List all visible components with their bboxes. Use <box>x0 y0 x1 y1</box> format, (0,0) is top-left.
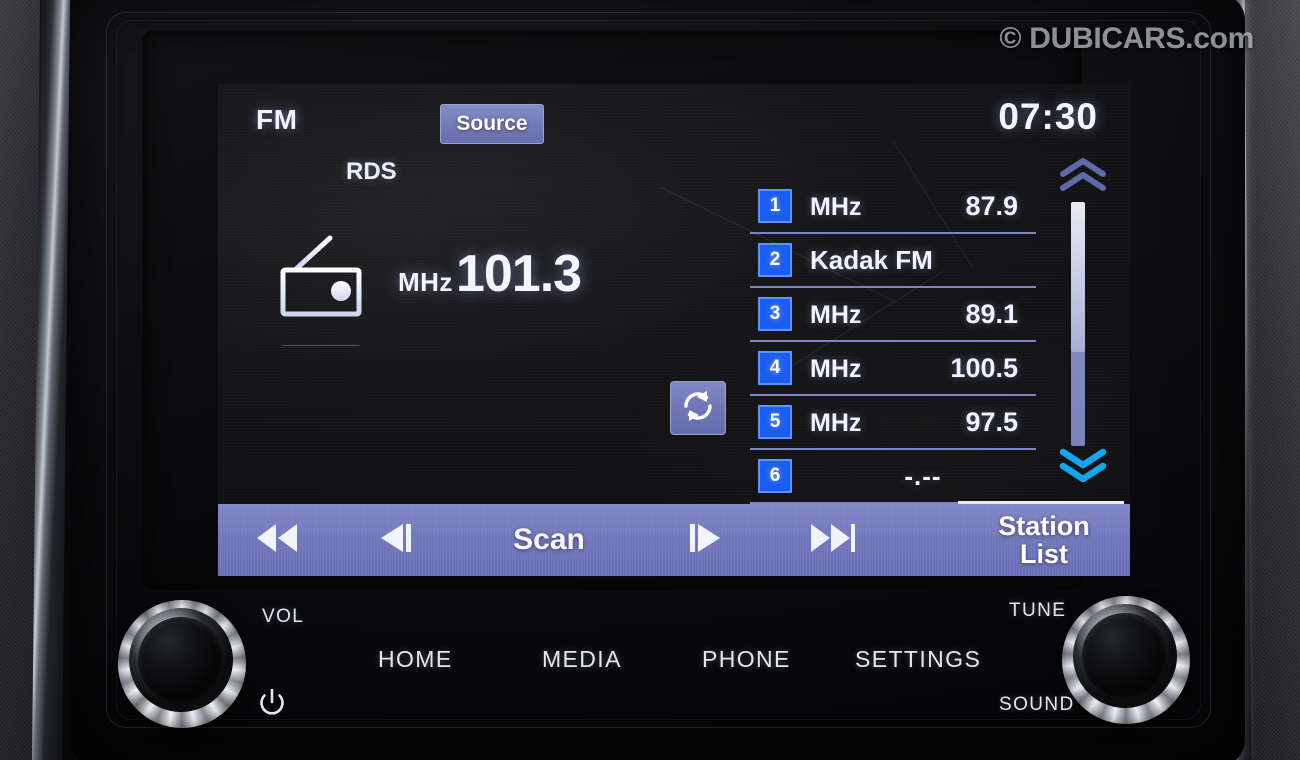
tune-down-icon <box>377 522 415 559</box>
preset-number: 6 <box>758 459 792 493</box>
radio-icon <box>278 234 370 367</box>
next-track-button[interactable] <box>768 504 898 576</box>
station-list-label-line2: List <box>1019 539 1068 569</box>
preset-empty-value: -.-- <box>904 460 942 491</box>
preset-row[interactable]: 5 MHz 97.5 <box>750 396 1036 450</box>
preset-value: 89.1 <box>965 298 1018 329</box>
transport-control-bar: Scan Station List <box>218 504 1130 576</box>
frequency-value: 101.3 <box>455 245 582 303</box>
preset-content: -.-- <box>792 461 1036 492</box>
preset-content: MHz 100.5 <box>792 353 1036 384</box>
chevron-down-icon[interactable] <box>1058 448 1108 483</box>
tune-knob[interactable] <box>1062 596 1190 724</box>
preset-unit: MHz <box>810 300 862 329</box>
phone-button[interactable]: PHONE <box>702 646 791 673</box>
tune-label: TUNE <box>1009 600 1067 621</box>
preset-row[interactable]: 3 MHz 89.1 <box>750 288 1036 342</box>
scan-button[interactable]: Scan <box>456 504 642 576</box>
preset-scroll-column <box>1044 158 1120 506</box>
volume-knob[interactable] <box>118 600 246 728</box>
tune-up-icon <box>686 522 724 559</box>
preset-station-name: Kadak FM <box>810 244 933 275</box>
preset-number: 4 <box>758 351 792 385</box>
watermark: © DUBICARS.com <box>999 22 1254 55</box>
frequency-unit: MHz <box>398 267 453 297</box>
infotainment-photo: FM Source 07:30 RDS MHz 101.3 1 MHz 87.9… <box>0 0 1300 760</box>
previous-track-button[interactable] <box>218 504 336 576</box>
rds-indicator: RDS <box>346 158 397 185</box>
preset-number: 3 <box>758 297 792 331</box>
clock: 07:30 <box>998 96 1098 137</box>
station-list-button[interactable]: Station List <box>958 504 1130 576</box>
preset-content: MHz 89.1 <box>792 299 1036 330</box>
preset-content: Kadak FM <box>792 245 1036 276</box>
preset-content: MHz 87.9 <box>792 191 1036 222</box>
preset-unit: MHz <box>810 192 862 221</box>
sound-label: SOUND <box>999 694 1075 715</box>
tune-down-button[interactable] <box>336 504 456 576</box>
preset-number: 2 <box>758 243 792 277</box>
source-button[interactable]: Source <box>440 104 544 144</box>
scrollbar-track[interactable] <box>1071 202 1085 446</box>
preset-value: 97.5 <box>965 406 1018 437</box>
media-button[interactable]: MEDIA <box>542 646 622 673</box>
preset-value: 100.5 <box>950 352 1018 383</box>
lcd-screen: FM Source 07:30 RDS MHz 101.3 1 MHz 87.9… <box>218 84 1130 576</box>
next-track-icon <box>808 522 858 559</box>
scrollbar-thumb[interactable] <box>1071 202 1085 352</box>
source-button-label: Source <box>456 112 528 135</box>
refresh-button[interactable] <box>670 381 726 435</box>
preset-unit: MHz <box>810 354 862 383</box>
preset-number: 1 <box>758 189 792 223</box>
tune-up-button[interactable] <box>642 504 768 576</box>
preset-row[interactable]: 2 Kadak FM <box>750 234 1036 288</box>
now-playing-frequency: MHz 101.3 <box>398 244 582 304</box>
preset-row[interactable]: 6 -.-- <box>750 450 1036 504</box>
station-list-label-line1: Station <box>998 510 1090 541</box>
refresh-icon <box>681 389 715 428</box>
preset-unit: MHz <box>810 408 862 437</box>
preset-row[interactable]: 1 MHz 87.9 <box>750 180 1036 234</box>
preset-value: 87.9 <box>965 190 1018 221</box>
preset-content: MHz 97.5 <box>792 407 1036 438</box>
scan-button-label: Scan <box>513 523 585 556</box>
previous-track-icon <box>254 522 300 559</box>
volume-label: VOL <box>262 606 305 627</box>
preset-row[interactable]: 4 MHz 100.5 <box>750 342 1036 396</box>
settings-button[interactable]: SETTINGS <box>855 646 981 673</box>
preset-list: 1 MHz 87.9 2 Kadak FM 3 MHz 89.1 4 MHz 1… <box>750 180 1036 504</box>
chevron-up-icon[interactable] <box>1058 158 1108 192</box>
power-icon[interactable] <box>258 688 286 718</box>
home-button[interactable]: HOME <box>378 646 453 673</box>
band-label: FM <box>256 104 298 135</box>
preset-number: 5 <box>758 405 792 439</box>
